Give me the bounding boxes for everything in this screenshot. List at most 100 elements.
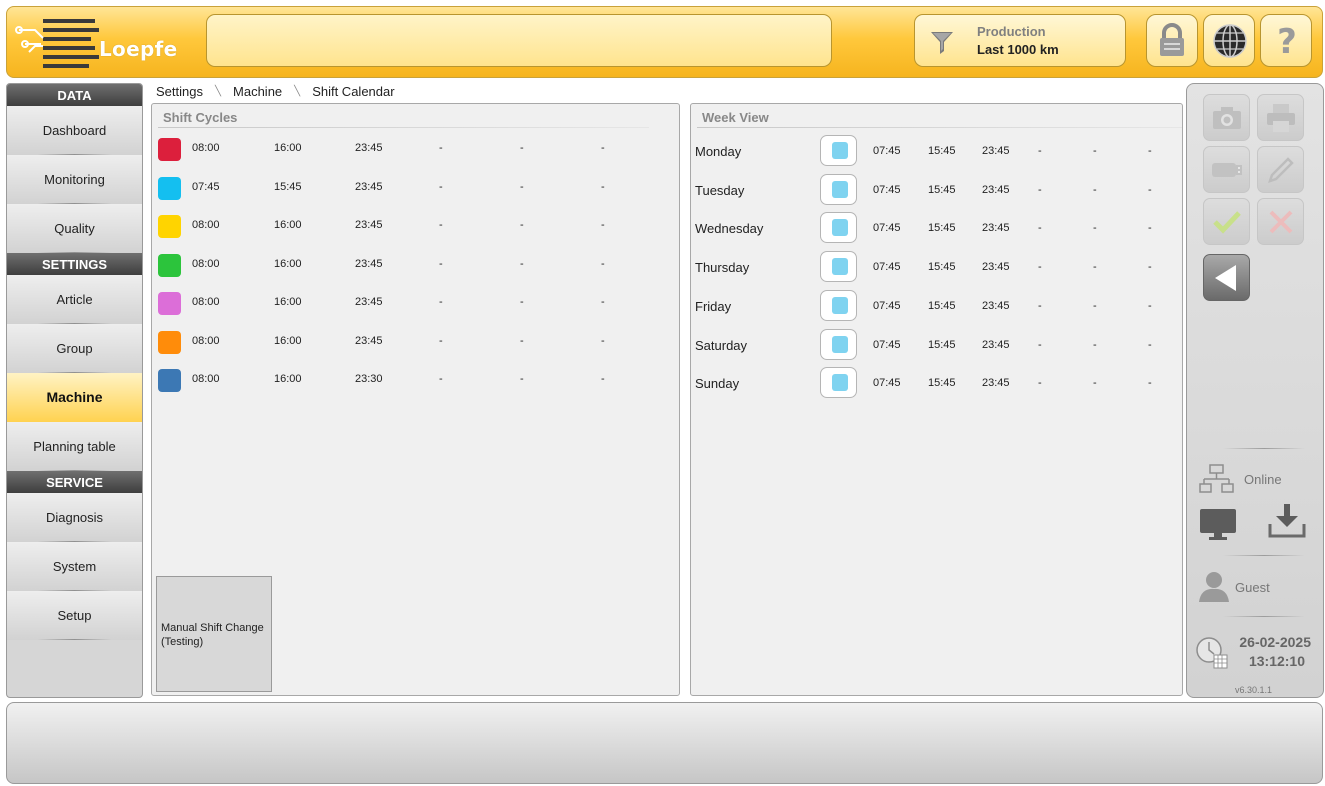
pencil-icon — [1268, 157, 1294, 183]
week-time-cell: - — [1038, 261, 1042, 274]
close-icon — [1269, 210, 1293, 234]
shift-color-swatch — [832, 335, 848, 353]
shift-color-swatch[interactable] — [158, 369, 181, 392]
shift-time-cell: 23:45 — [355, 142, 383, 154]
breadcrumb-machine[interactable]: Machine — [233, 84, 282, 99]
bottom-status-bar — [6, 702, 1323, 784]
shift-time-cell: 08:00 — [192, 257, 220, 270]
shift-time-cell: - — [520, 142, 524, 154]
nav-item-setup[interactable]: Setup — [7, 591, 142, 640]
left-navigation: DATA Dashboard Monitoring Quality SETTIN… — [6, 83, 143, 698]
shift-cycle-selector[interactable] — [820, 135, 857, 166]
breadcrumb-settings[interactable]: Settings — [156, 84, 203, 99]
shift-color-swatch[interactable] — [158, 330, 181, 354]
week-day-row: Friday 07:45 15:45 23:45 - - - — [691, 289, 1182, 329]
shift-cycle-row[interactable]: 08:00 16:00 23:45 - - - — [152, 215, 679, 254]
nav-item-article[interactable]: Article — [7, 275, 142, 324]
header-message-field[interactable] — [206, 14, 832, 67]
nav-item-machine[interactable]: Machine — [7, 373, 142, 422]
shift-cycle-selector[interactable] — [820, 289, 857, 321]
lock-button[interactable] — [1146, 14, 1198, 67]
shift-cycle-row[interactable]: 08:00 16:00 23:45 - - - — [152, 292, 679, 331]
breadcrumb: Settings ╲ Machine ╲ Shift Calendar — [156, 83, 395, 99]
nav-item-dashboard[interactable]: Dashboard — [7, 106, 142, 155]
shift-time-cell: - — [520, 180, 524, 193]
week-day-label: Saturday — [695, 337, 748, 353]
usb-stick-icon — [1212, 163, 1242, 177]
shift-time-cell: 16:00 — [274, 334, 302, 347]
week-time-cell: - — [1093, 338, 1097, 351]
shift-color-swatch[interactable] — [158, 176, 181, 200]
week-time-cell: 07:45 — [873, 338, 901, 351]
shift-cycles-panel: Shift Cycles 08:00 16:00 23:45 - - - 07:45 15:4… — [151, 103, 680, 696]
usb-export-button[interactable] — [1203, 146, 1250, 193]
nav-item-monitoring[interactable]: Monitoring — [7, 155, 142, 204]
print-button[interactable] — [1257, 94, 1304, 141]
edit-button[interactable] — [1257, 146, 1304, 193]
shift-color-swatch[interactable] — [158, 292, 181, 315]
shift-cycle-selector[interactable] — [820, 328, 857, 360]
week-time-cell: - — [1093, 222, 1097, 235]
week-day-row: Monday 07:45 15:45 23:45 - - - — [691, 135, 1182, 174]
shift-cycle-row[interactable]: 08:00 16:00 23:45 - - - — [152, 138, 679, 177]
shift-time-cell: - — [601, 334, 605, 347]
shift-cycle-selector[interactable] — [820, 251, 857, 283]
monitor-icon[interactable] — [1199, 508, 1239, 542]
shift-cycle-row[interactable]: 08:00 16:00 23:45 - - - — [152, 253, 679, 293]
week-time-cell: - — [1093, 261, 1097, 274]
current-user: Guest — [1235, 580, 1270, 595]
nav-item-group[interactable]: Group — [7, 324, 142, 373]
panel-divider — [697, 127, 1182, 128]
shift-time-cell: 23:45 — [355, 296, 383, 308]
week-day-row: Sunday 07:45 15:45 23:45 - - - — [691, 367, 1182, 406]
shift-time-cell: 08:00 — [192, 334, 220, 347]
panel-divider — [158, 127, 649, 128]
shift-color-swatch — [832, 374, 848, 392]
manual-shift-change-button[interactable]: Manual Shift Change (Testing) — [156, 576, 272, 692]
help-icon: ? — [1277, 23, 1297, 59]
production-filter-button[interactable]: Production Last 1000 km — [914, 14, 1126, 67]
shift-cycle-row[interactable]: 07:45 15:45 23:45 - - - — [152, 176, 679, 216]
shift-time-cell: 23:45 — [355, 334, 383, 347]
nav-item-planning-table[interactable]: Planning table — [7, 422, 142, 471]
shift-cycle-selector[interactable] — [820, 173, 857, 205]
week-time-cell: 15:45 — [928, 222, 956, 235]
confirm-button[interactable] — [1203, 198, 1250, 245]
breadcrumb-shift-calendar: Shift Calendar — [312, 83, 395, 99]
toolbar-divider — [1223, 448, 1305, 449]
help-button[interactable]: ? — [1260, 14, 1312, 67]
shift-cycle-row[interactable]: 08:00 16:00 23:30 - - - — [152, 369, 679, 408]
week-time-cell: 07:45 — [873, 183, 901, 196]
week-time-cell: 07:45 — [873, 377, 901, 390]
shift-cycle-selector[interactable] — [820, 212, 857, 244]
connection-status: Online — [1244, 472, 1282, 487]
shift-color-swatch — [832, 258, 848, 276]
shift-cycle-selector[interactable] — [820, 367, 857, 399]
back-button[interactable] — [1203, 254, 1250, 301]
download-icon[interactable] — [1267, 502, 1307, 538]
shift-time-cell: 08:00 — [192, 142, 220, 154]
clock-calendar-icon — [1196, 637, 1228, 669]
nav-item-quality[interactable]: Quality — [7, 204, 142, 253]
language-button[interactable] — [1203, 14, 1255, 67]
shift-time-cell: - — [601, 373, 605, 385]
shift-time-cell: - — [520, 334, 524, 347]
cancel-button[interactable] — [1257, 198, 1304, 245]
shift-time-cell: - — [439, 334, 443, 347]
nav-item-system[interactable]: System — [7, 542, 142, 591]
shift-color-swatch[interactable] — [158, 253, 181, 277]
week-time-cell: - — [1148, 377, 1152, 390]
shift-color-swatch — [832, 296, 848, 314]
globe-icon — [1213, 24, 1247, 58]
shift-cycle-row[interactable]: 08:00 16:00 23:45 - - - — [152, 330, 679, 370]
week-time-cell: - — [1038, 377, 1042, 390]
shift-color-swatch[interactable] — [158, 215, 181, 238]
week-time-cell: - — [1148, 183, 1152, 196]
week-time-cell: 15:45 — [928, 299, 956, 312]
snapshot-button[interactable] — [1203, 94, 1250, 141]
network-icon — [1199, 464, 1234, 493]
week-time-cell: 23:45 — [982, 377, 1010, 390]
week-day-label: Monday — [695, 144, 742, 159]
shift-color-swatch[interactable] — [158, 138, 181, 161]
nav-item-diagnosis[interactable]: Diagnosis — [7, 493, 142, 542]
